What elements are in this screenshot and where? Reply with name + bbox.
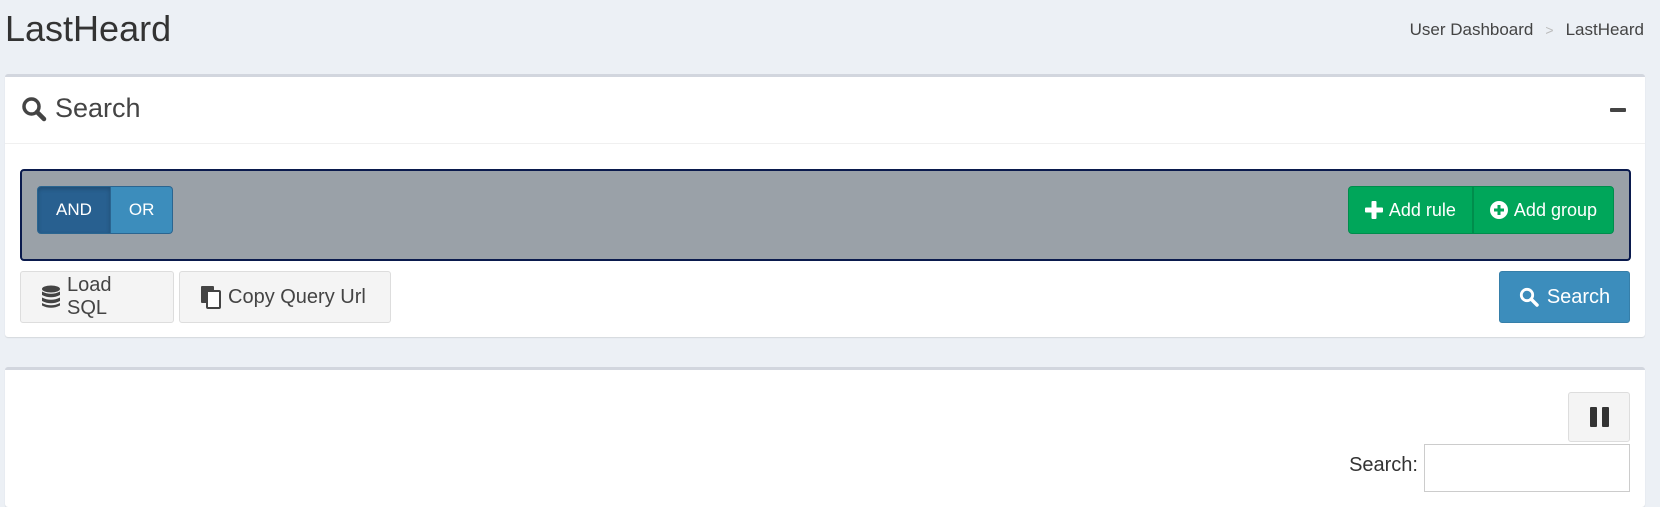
breadcrumb-current: LastHeard <box>1565 20 1644 39</box>
add-group-label: Add group <box>1513 199 1597 220</box>
table-search-input[interactable] <box>1424 444 1630 492</box>
copy-query-url-label: Copy Query Url <box>228 285 366 308</box>
copy-icon <box>200 285 222 309</box>
add-rule-button[interactable]: Add rule <box>1347 186 1473 234</box>
load-sql-button[interactable]: Load SQL <box>20 271 174 323</box>
search-icon <box>1519 287 1539 307</box>
search-button[interactable]: Search <box>1499 271 1630 323</box>
breadcrumb-separator: > <box>1545 22 1554 38</box>
results-panel: Search: <box>5 367 1645 507</box>
rule-actions: Add rule Add group <box>1347 186 1614 234</box>
content-header: LastHeard User Dashboard > LastHeard <box>0 0 1660 66</box>
search-panel-title-text: Search <box>55 93 141 123</box>
condition-or-button[interactable]: OR <box>110 186 174 234</box>
query-builder-group: AND OR Add rule Add group <box>20 169 1631 261</box>
table-search-label: Search: <box>1349 454 1418 476</box>
search-panel: Search AND OR Add rule Add group Load SQ… <box>5 74 1645 337</box>
pause-button[interactable] <box>1568 392 1630 442</box>
add-rule-label: Add rule <box>1388 199 1456 220</box>
search-panel-header: Search <box>5 77 1645 144</box>
pause-icon <box>1589 407 1597 427</box>
search-icon <box>21 96 47 122</box>
load-sql-label: Load SQL <box>67 274 112 319</box>
breadcrumb: User Dashboard > LastHeard <box>1410 20 1644 40</box>
copy-query-url-button[interactable]: Copy Query Url <box>179 271 391 323</box>
page-title: LastHeard <box>5 8 172 49</box>
add-group-button[interactable]: Add group <box>1472 186 1614 234</box>
condition-and-button[interactable]: AND <box>37 186 111 234</box>
plus-icon <box>1364 201 1383 219</box>
condition-toggle: AND OR <box>37 186 174 234</box>
plus-circle-icon <box>1489 201 1508 219</box>
collapse-button[interactable] <box>1605 97 1631 123</box>
search-panel-title: Search <box>21 93 141 124</box>
search-button-label: Search <box>1546 285 1611 308</box>
breadcrumb-user-dashboard[interactable]: User Dashboard <box>1410 20 1534 40</box>
database-icon <box>41 285 61 309</box>
